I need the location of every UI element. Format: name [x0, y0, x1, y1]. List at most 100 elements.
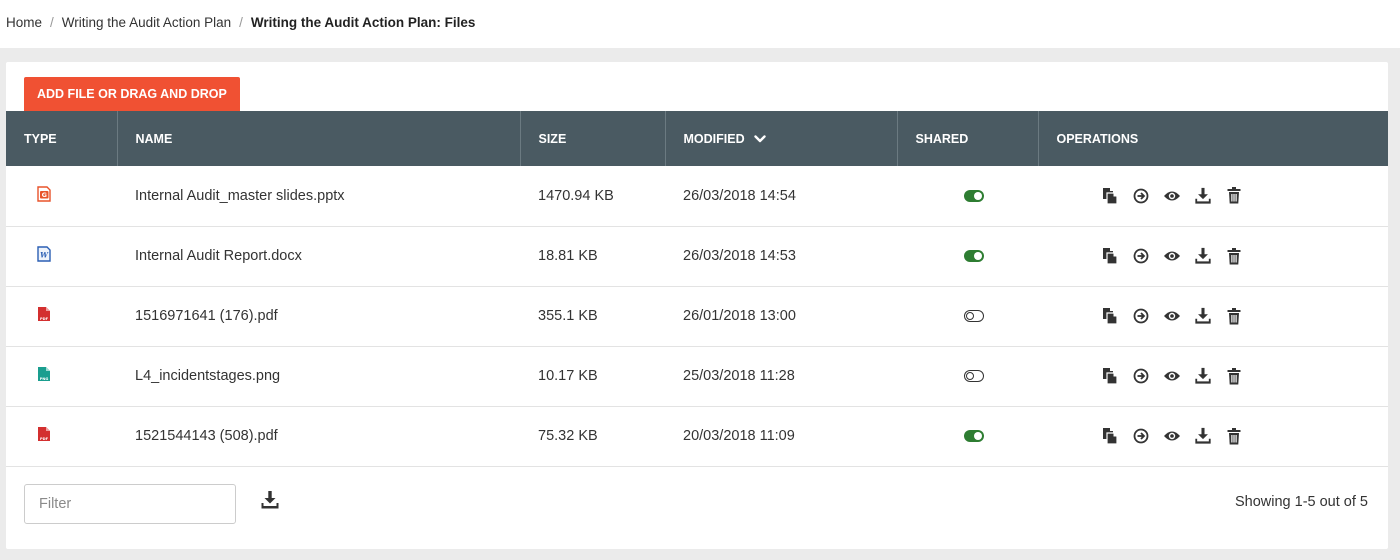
- download-icon[interactable]: [1194, 187, 1212, 205]
- operations-group: [1056, 187, 1388, 205]
- move-icon[interactable]: [1132, 187, 1150, 205]
- copy-icon[interactable]: [1101, 247, 1119, 265]
- pdf-file-icon: PDF: [37, 306, 51, 322]
- svg-text:PDF: PDF: [40, 437, 49, 441]
- download-icon[interactable]: [1194, 367, 1212, 385]
- operations-group: [1056, 427, 1388, 445]
- table-row[interactable]: PNG L4_incidentstages.png 10.17 KB 25/03/20…: [6, 346, 1388, 407]
- cell-name[interactable]: Internal Audit_master slides.pptx: [117, 166, 520, 227]
- breadcrumb-current: Writing the Audit Action Plan: Files: [250, 14, 476, 30]
- shared-toggle-off[interactable]: [964, 370, 984, 383]
- cell-operations: [1038, 346, 1388, 407]
- pagination-summary: Showing 1-5 out of 5: [1234, 494, 1368, 510]
- move-icon[interactable]: [1132, 307, 1150, 325]
- view-icon[interactable]: [1163, 187, 1181, 205]
- download-icon[interactable]: [1194, 307, 1212, 325]
- add-file-button[interactable]: ADD FILE OR DRAG AND DROP: [24, 77, 240, 111]
- copy-icon[interactable]: [1101, 367, 1119, 385]
- files-table: TYPE NAME SIZE MODIFIED SHARED OPERATION…: [6, 111, 1388, 467]
- cell-shared: [897, 346, 1038, 407]
- cell-size: 1470.94 KB: [520, 166, 665, 227]
- cell-size: 18.81 KB: [520, 226, 665, 287]
- svg-text:PNG: PNG: [40, 377, 49, 381]
- cell-type: G: [6, 166, 117, 227]
- export-download-icon[interactable]: [260, 490, 280, 510]
- delete-icon[interactable]: [1225, 187, 1243, 205]
- delete-icon[interactable]: [1225, 307, 1243, 325]
- shared-toggle-on[interactable]: [964, 250, 984, 263]
- cell-modified: 26/01/2018 13:00: [665, 286, 897, 347]
- move-icon[interactable]: [1132, 427, 1150, 445]
- powerpoint-file-icon: G: [37, 186, 51, 202]
- view-icon[interactable]: [1163, 367, 1181, 385]
- operations-group: [1056, 307, 1388, 325]
- operations-group: [1056, 247, 1388, 265]
- filter-input[interactable]: [24, 484, 236, 524]
- delete-icon[interactable]: [1225, 427, 1243, 445]
- cell-operations: [1038, 166, 1388, 227]
- cell-size: 75.32 KB: [520, 406, 665, 467]
- table-row[interactable]: G Internal Audit_master slides.pptx 1470.9…: [6, 166, 1388, 227]
- column-header-name[interactable]: NAME: [117, 111, 521, 166]
- cell-name[interactable]: 1521544143 (508).pdf: [117, 406, 520, 467]
- breadcrumb-separator: /: [50, 14, 54, 30]
- view-icon[interactable]: [1163, 307, 1181, 325]
- cell-type: PNG: [6, 346, 117, 407]
- cell-type: W: [6, 226, 117, 287]
- cell-name[interactable]: L4_incidentstages.png: [117, 346, 520, 407]
- cell-size: 355.1 KB: [520, 286, 665, 347]
- cell-operations: [1038, 406, 1388, 467]
- download-icon[interactable]: [1194, 247, 1212, 265]
- cell-operations: [1038, 226, 1388, 287]
- svg-text:W: W: [40, 251, 49, 260]
- pdf-file-icon: PDF: [37, 426, 51, 442]
- column-header-modified[interactable]: MODIFIED: [665, 111, 898, 166]
- shared-toggle-off[interactable]: [964, 310, 984, 323]
- cell-name[interactable]: Internal Audit Report.docx: [117, 226, 520, 287]
- breadcrumb-separator: /: [239, 14, 243, 30]
- move-icon[interactable]: [1132, 367, 1150, 385]
- download-icon[interactable]: [1194, 427, 1212, 445]
- breadcrumb-parent[interactable]: Writing the Audit Action Plan: [62, 15, 231, 30]
- table-row[interactable]: PDF 1521544143 (508).pdf 75.32 KB 20/03/201…: [6, 406, 1388, 467]
- copy-icon[interactable]: [1101, 307, 1119, 325]
- word-file-icon: W: [37, 246, 51, 262]
- svg-text:PDF: PDF: [40, 317, 49, 321]
- files-panel: ADD FILE OR DRAG AND DROP TYPE NAME SIZE…: [6, 62, 1388, 549]
- view-icon[interactable]: [1163, 247, 1181, 265]
- column-header-size[interactable]: SIZE: [520, 111, 666, 166]
- cell-name[interactable]: 1516971641 (176).pdf: [117, 286, 520, 347]
- column-header-operations: OPERATIONS: [1038, 111, 1388, 166]
- breadcrumb-home[interactable]: Home: [6, 15, 42, 30]
- cell-operations: [1038, 286, 1388, 347]
- cell-modified: 25/03/2018 11:28: [665, 346, 897, 407]
- chevron-down-icon: [754, 135, 766, 143]
- table-header-row: TYPE NAME SIZE MODIFIED SHARED OPERATION…: [6, 111, 1388, 166]
- cell-modified: 26/03/2018 14:54: [665, 166, 897, 227]
- table-row[interactable]: W Internal Audit Report.docx 18.81 KB 26/03…: [6, 226, 1388, 287]
- png-file-icon: PNG: [37, 366, 51, 382]
- cell-modified: 20/03/2018 11:09: [665, 406, 897, 467]
- cell-shared: [897, 406, 1038, 467]
- delete-icon[interactable]: [1225, 367, 1243, 385]
- cell-modified: 26/03/2018 14:53: [665, 226, 897, 287]
- copy-icon[interactable]: [1101, 187, 1119, 205]
- column-header-shared[interactable]: SHARED: [897, 111, 1039, 166]
- operations-group: [1056, 367, 1388, 385]
- column-header-modified-label: MODIFIED: [683, 131, 745, 146]
- cell-shared: [897, 166, 1038, 227]
- shared-toggle-on[interactable]: [964, 189, 984, 202]
- column-header-type[interactable]: TYPE: [6, 111, 118, 166]
- shared-toggle-on[interactable]: [964, 430, 984, 443]
- copy-icon[interactable]: [1101, 427, 1119, 445]
- delete-icon[interactable]: [1225, 247, 1243, 265]
- move-icon[interactable]: [1132, 247, 1150, 265]
- cell-shared: [897, 226, 1038, 287]
- cell-type: PDF: [6, 406, 117, 467]
- table-row[interactable]: PDF 1516971641 (176).pdf 355.1 KB 26/01/201…: [6, 286, 1388, 347]
- cell-shared: [897, 286, 1038, 347]
- cell-type: PDF: [6, 286, 117, 347]
- svg-text:G: G: [42, 191, 47, 199]
- view-icon[interactable]: [1163, 427, 1181, 445]
- breadcrumb: Home / Writing the Audit Action Plan / W…: [6, 0, 475, 44]
